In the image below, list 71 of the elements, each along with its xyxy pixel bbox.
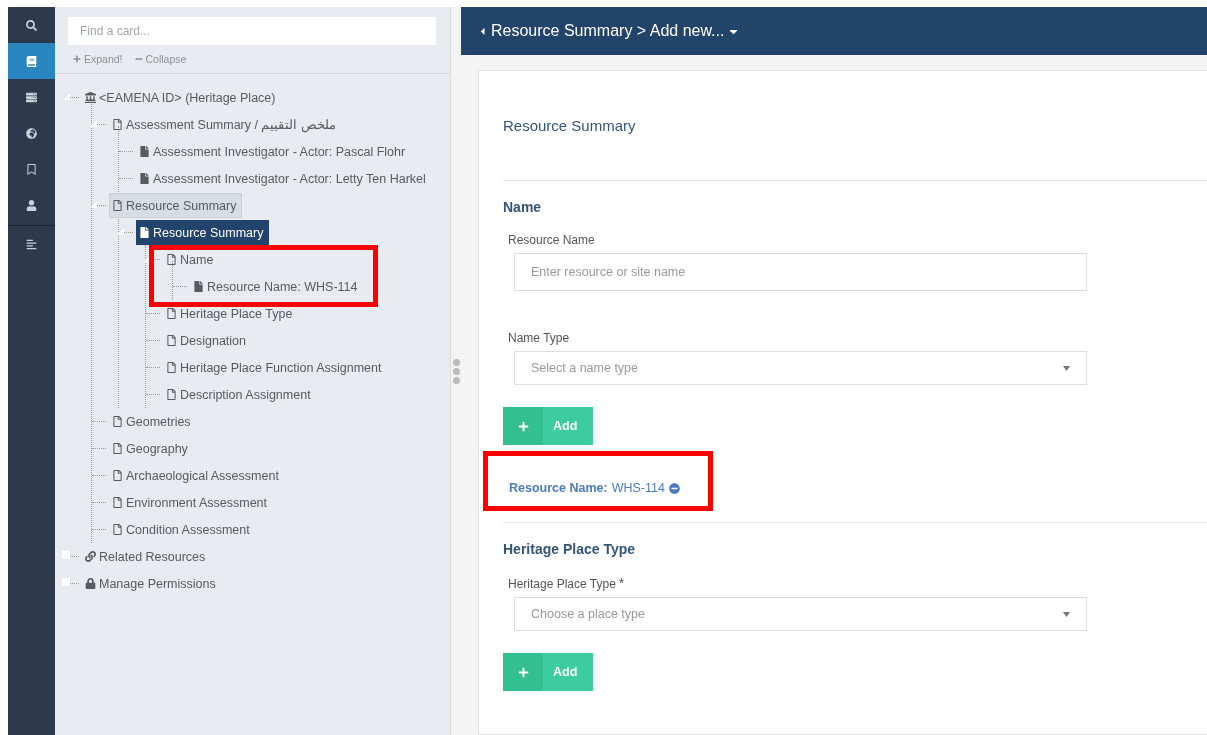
field-label: Heritage Place Type * (508, 575, 626, 591)
plus-icon (73, 55, 81, 63)
tree-item[interactable]: Heritage Place Function Assignment (163, 355, 388, 380)
user-icon (26, 199, 37, 211)
saved-value[interactable]: Resource Name: WHS-114 (509, 481, 680, 495)
file-icon (112, 443, 123, 454)
museum-icon (85, 92, 96, 103)
field-label: Resource Name (508, 233, 596, 247)
section-heading: Heritage Place Type (503, 541, 637, 557)
plus-icon (517, 420, 529, 432)
file-icon (166, 254, 177, 265)
file-icon (166, 389, 177, 400)
lock-icon (85, 578, 96, 589)
tree-item[interactable]: Heritage Place Type (163, 301, 299, 326)
tree-item[interactable]: <EAMENA ID> (Heritage Place) (82, 85, 282, 110)
file-icon (166, 335, 177, 346)
tree-item[interactable]: Geometries (109, 409, 197, 434)
plus-icon (517, 666, 529, 678)
file-icon (112, 524, 123, 535)
toggle-icon[interactable] (143, 254, 151, 262)
list-icon (26, 91, 37, 103)
tree-item[interactable]: Assessment Investigator - Actor: Letty Ten Harkel (136, 166, 432, 191)
file-icon (112, 470, 123, 481)
tree-item[interactable]: Description Assignment (163, 382, 317, 407)
tree-item[interactable]: Archaeological Assessment (109, 463, 285, 488)
nav-button[interactable] (8, 43, 55, 79)
link-icon (85, 551, 96, 562)
file-icon (112, 200, 123, 211)
file-icon (112, 497, 123, 508)
minus-icon (134, 55, 143, 63)
input-field[interactable]: Enter resource or site name (514, 253, 1087, 291)
tree-item[interactable]: Designation (163, 328, 252, 353)
toggle-icon[interactable] (89, 200, 97, 208)
bookmark-icon (26, 163, 37, 175)
tree-item[interactable]: Related Resources (82, 544, 212, 569)
section-heading: Name (503, 199, 543, 215)
file-icon (166, 308, 177, 319)
file-icon (112, 119, 123, 130)
book-icon (26, 55, 37, 67)
tree-item[interactable]: Assessment Summary / ملخص التقييم (109, 112, 342, 137)
toggle-icon[interactable] (62, 551, 70, 559)
tree-item[interactable]: Condition Assessment (109, 517, 256, 542)
toggle-icon[interactable] (62, 92, 70, 100)
tree-item[interactable]: Manage Permissions (82, 571, 222, 596)
tree-item[interactable]: Geography (109, 436, 194, 461)
form-title: Resource Summary (503, 71, 1207, 181)
file-icon (112, 416, 123, 427)
file-icon (139, 146, 150, 157)
tree-item[interactable]: Name (163, 247, 220, 272)
search-field[interactable]: Find a card... (68, 17, 436, 45)
field-label: Name Type (508, 331, 571, 345)
tree-item[interactable]: Assessment Investigator - Actor: Pascal Flohr (136, 139, 412, 164)
remove-icon[interactable] (668, 482, 680, 494)
align-left-icon (26, 238, 37, 250)
file-icon (166, 362, 177, 373)
tree-item[interactable]: Resource Summary (136, 220, 270, 245)
caret-icon (1063, 611, 1070, 617)
splitter-handle[interactable] (451, 7, 461, 735)
file-icon (193, 281, 204, 292)
toggle-icon[interactable] (62, 578, 70, 586)
file-icon (139, 227, 150, 238)
toggle-icon[interactable] (116, 227, 124, 235)
file-icon (139, 173, 150, 184)
tree-item[interactable]: Resource Name: WHS-114 (190, 274, 364, 299)
caret-icon (1063, 365, 1070, 371)
globe-icon (26, 127, 37, 139)
toggle-icon[interactable] (89, 119, 97, 127)
tree-item[interactable]: Resource Summary (109, 193, 243, 218)
search-icon (26, 19, 37, 31)
tree-item[interactable]: Environment Assessment (109, 490, 274, 515)
breadcrumb-dropdown[interactable]: Resource Summary > Add new... (477, 22, 741, 40)
